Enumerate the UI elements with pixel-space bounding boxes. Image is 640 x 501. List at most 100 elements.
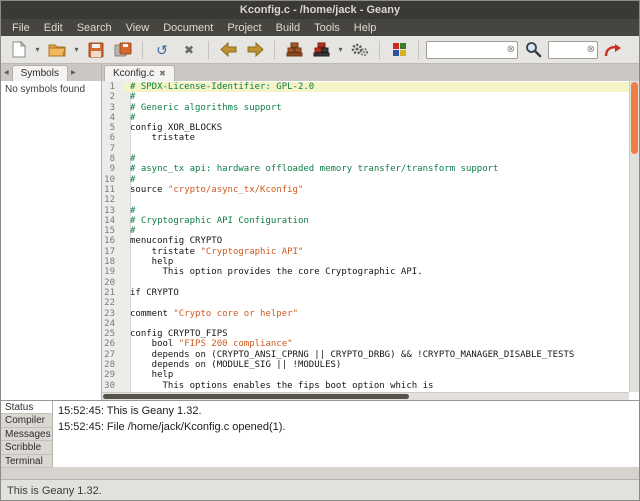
code-line[interactable]: 27 depends on (CRYPTO_ANSI_CPRNG || CRYP… <box>102 350 629 360</box>
vertical-scrollbar-thumb[interactable] <box>631 82 638 154</box>
code-text: # SPDX-License-Identifier: GPL-2.0 <box>123 82 629 92</box>
line-number: 16 <box>102 236 123 246</box>
code-line[interactable]: 5config XOR_BLOCKS <box>102 123 629 133</box>
code-text: This option provides the core Cryptograp… <box>123 267 629 277</box>
search-clear-icon[interactable]: ⊗ <box>507 44 515 55</box>
goto-clear-icon[interactable]: ⊗ <box>587 44 595 55</box>
message-tab-terminal[interactable]: Terminal <box>1 455 52 468</box>
save-all-icon <box>114 42 132 58</box>
line-number: 29 <box>102 370 123 380</box>
menu-edit[interactable]: Edit <box>37 21 70 35</box>
nav-back-button[interactable] <box>216 38 240 62</box>
nav-forward-button[interactable] <box>243 38 267 62</box>
line-number: 4 <box>102 113 123 123</box>
find-button[interactable] <box>521 38 545 62</box>
tab-kconfig[interactable]: Kconfig.c ✖ <box>104 65 175 81</box>
code-line[interactable]: 16menuconfig CRYPTO <box>102 236 629 246</box>
code-line[interactable]: 6 tristate <box>102 133 629 143</box>
line-number: 27 <box>102 350 123 360</box>
menu-file[interactable]: File <box>5 21 37 35</box>
tab-scroll-left-icon[interactable]: ◀ <box>1 69 12 81</box>
line-number: 2 <box>102 92 123 102</box>
message-tab-scribble[interactable]: Scribble <box>1 441 52 454</box>
code-text: # <box>123 92 629 102</box>
tab-scroll-right-icon[interactable]: ▶ <box>68 69 79 81</box>
horizontal-scrollbar[interactable] <box>102 392 629 400</box>
close-tab-icon[interactable]: ✖ <box>159 69 166 78</box>
forward-arrow-icon <box>247 42 264 57</box>
editor-tabs: Kconfig.c ✖ <box>102 64 639 81</box>
code-line[interactable]: 30 This options enables the fips boot op… <box>102 381 629 391</box>
code-line[interactable]: 3# Generic algorithms support <box>102 103 629 113</box>
code-line[interactable]: 12 <box>102 195 629 205</box>
code-line[interactable]: 1# SPDX-License-Identifier: GPL-2.0 <box>102 82 629 92</box>
search-input[interactable] <box>426 41 518 59</box>
code-line[interactable]: 13# <box>102 206 629 216</box>
code-line[interactable]: 29 help <box>102 370 629 380</box>
code-text <box>123 319 629 329</box>
code-editor[interactable]: 1# SPDX-License-Identifier: GPL-2.02#3# … <box>102 81 639 400</box>
revert-icon: ↺ <box>156 43 168 57</box>
code-line[interactable]: 24 <box>102 319 629 329</box>
symbols-sidebar: No symbols found <box>1 81 102 400</box>
vertical-scrollbar[interactable] <box>629 81 639 392</box>
message-tab-status[interactable]: Status <box>1 401 52 414</box>
code-line[interactable]: 23comment "Crypto core or helper" <box>102 309 629 319</box>
line-number: 20 <box>102 278 123 288</box>
code-line[interactable]: 11source "crypto/async_tx/Kconfig" <box>102 185 629 195</box>
horizontal-scrollbar-thumb[interactable] <box>103 394 409 399</box>
close-file-button[interactable]: ✖ <box>177 38 201 62</box>
code-line[interactable]: 10# <box>102 175 629 185</box>
menu-tools[interactable]: Tools <box>307 21 347 35</box>
revert-button[interactable]: ↺ <box>150 38 174 62</box>
code-text: # Cryptographic API Configuration <box>123 216 629 226</box>
line-number: 15 <box>102 226 123 236</box>
toolbar-separator <box>274 41 275 59</box>
menu-help[interactable]: Help <box>347 21 384 35</box>
code-text: config XOR_BLOCKS <box>123 123 629 133</box>
menu-search[interactable]: Search <box>70 21 119 35</box>
run-button[interactable] <box>348 38 372 62</box>
close-icon: ✖ <box>184 44 194 56</box>
build-dropdown[interactable]: ▾ <box>336 45 345 54</box>
code-line[interactable]: 8# <box>102 154 629 164</box>
open-file-button[interactable] <box>45 38 69 62</box>
code-line[interactable]: 15# <box>102 226 629 236</box>
back-arrow-icon <box>220 42 237 57</box>
code-line[interactable]: 25config CRYPTO_FIPS <box>102 329 629 339</box>
code-line[interactable]: 14# Cryptographic API Configuration <box>102 216 629 226</box>
toolbar-separator <box>142 41 143 59</box>
editor-tab-label: Kconfig.c <box>113 68 154 79</box>
code-line[interactable]: 26 bool "FIPS 200 compliance" <box>102 339 629 349</box>
message-tab-messages[interactable]: Messages <box>1 428 52 441</box>
menu-view[interactable]: View <box>119 21 157 35</box>
save-all-button[interactable] <box>111 38 135 62</box>
compile-button[interactable] <box>282 38 306 62</box>
code-line[interactable]: 4# <box>102 113 629 123</box>
message-tab-compiler[interactable]: Compiler <box>1 414 52 427</box>
menu-build[interactable]: Build <box>269 21 307 35</box>
tab-symbols[interactable]: Symbols <box>12 65 68 81</box>
code-line[interactable]: 28 depends on (MODULE_SIG || !MODULES) <box>102 360 629 370</box>
geany-window: Kconfig.c - /home/jack - Geany FileEditS… <box>0 0 640 501</box>
new-file-button[interactable] <box>6 38 30 62</box>
jump-to-line-button[interactable] <box>601 38 625 62</box>
code-line[interactable]: 9# async_tx api: hardware offloaded memo… <box>102 164 629 174</box>
code-line[interactable]: 21if CRYPTO <box>102 288 629 298</box>
code-line[interactable]: 19 This option provides the core Cryptog… <box>102 267 629 277</box>
menu-project[interactable]: Project <box>220 21 268 35</box>
build-button[interactable] <box>309 38 333 62</box>
open-file-dropdown[interactable]: ▾ <box>72 45 81 54</box>
menu-document[interactable]: Document <box>156 21 220 35</box>
code-line[interactable]: 7 <box>102 144 629 154</box>
code-line[interactable]: 2# <box>102 92 629 102</box>
code-line[interactable]: 17 tristate "Cryptographic API" <box>102 247 629 257</box>
line-number: 23 <box>102 309 123 319</box>
code-line[interactable]: 22 <box>102 298 629 308</box>
code-text: depends on (MODULE_SIG || !MODULES) <box>123 360 629 370</box>
color-chooser-button[interactable] <box>387 38 411 62</box>
code-line[interactable]: 20 <box>102 278 629 288</box>
new-file-dropdown[interactable]: ▾ <box>33 45 42 54</box>
code-line[interactable]: 18 help <box>102 257 629 267</box>
save-file-button[interactable] <box>84 38 108 62</box>
